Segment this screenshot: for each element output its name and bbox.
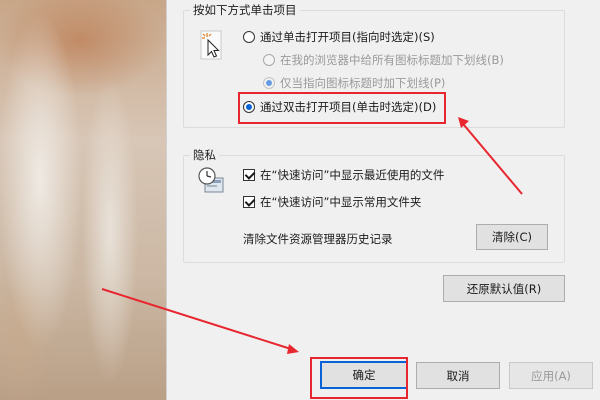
single-click-label: 通过单击打开项目(指向时选定)(S) xyxy=(260,30,435,44)
underline-hover-option[interactable]: 仅当指向图标标题时加下划线(P) xyxy=(263,75,445,91)
show-recent-label: 在“快速访问”中显示最近使用的文件 xyxy=(260,168,445,182)
privacy-title: 隐私 xyxy=(190,148,219,163)
restore-defaults-button[interactable]: 还原默认值(R) xyxy=(443,275,565,302)
show-recent-checkbox[interactable] xyxy=(243,169,255,181)
folder-options-dialog: 按如下方式单击项目 通过单击打开项目(指向时选定)(S) 在我的浏览器中给所有图… xyxy=(166,0,600,400)
underline-all-label: 在我的浏览器中给所有图标标题加下划线(B) xyxy=(280,53,504,67)
show-frequent-option[interactable]: 在“快速访问”中显示常用文件夹 xyxy=(243,194,421,210)
ok-button-highlight xyxy=(310,357,408,399)
apply-button[interactable]: 应用(A) xyxy=(509,362,593,389)
show-frequent-label: 在“快速访问”中显示常用文件夹 xyxy=(260,195,422,209)
cursor-click-icon xyxy=(200,30,222,60)
show-frequent-checkbox[interactable] xyxy=(243,196,255,208)
click-items-title: 按如下方式单击项目 xyxy=(190,3,300,18)
single-click-option[interactable]: 通过单击打开项目(指向时选定)(S) xyxy=(243,29,435,45)
underline-hover-radio[interactable] xyxy=(263,77,275,89)
underline-all-radio[interactable] xyxy=(263,54,275,66)
underline-all-option[interactable]: 在我的浏览器中给所有图标标题加下划线(B) xyxy=(263,52,504,68)
single-click-radio[interactable] xyxy=(243,31,255,43)
privacy-clock-icon xyxy=(198,167,224,193)
clear-history-label: 清除文件资源管理器历史记录 xyxy=(243,232,393,246)
underline-hover-label: 仅当指向图标标题时加下划线(P) xyxy=(280,76,446,90)
double-click-highlight xyxy=(238,92,446,124)
cancel-button[interactable]: 取消 xyxy=(416,362,500,389)
clear-button[interactable]: 清除(C) xyxy=(476,224,548,250)
show-recent-option[interactable]: 在“快速访问”中显示最近使用的文件 xyxy=(243,167,444,183)
